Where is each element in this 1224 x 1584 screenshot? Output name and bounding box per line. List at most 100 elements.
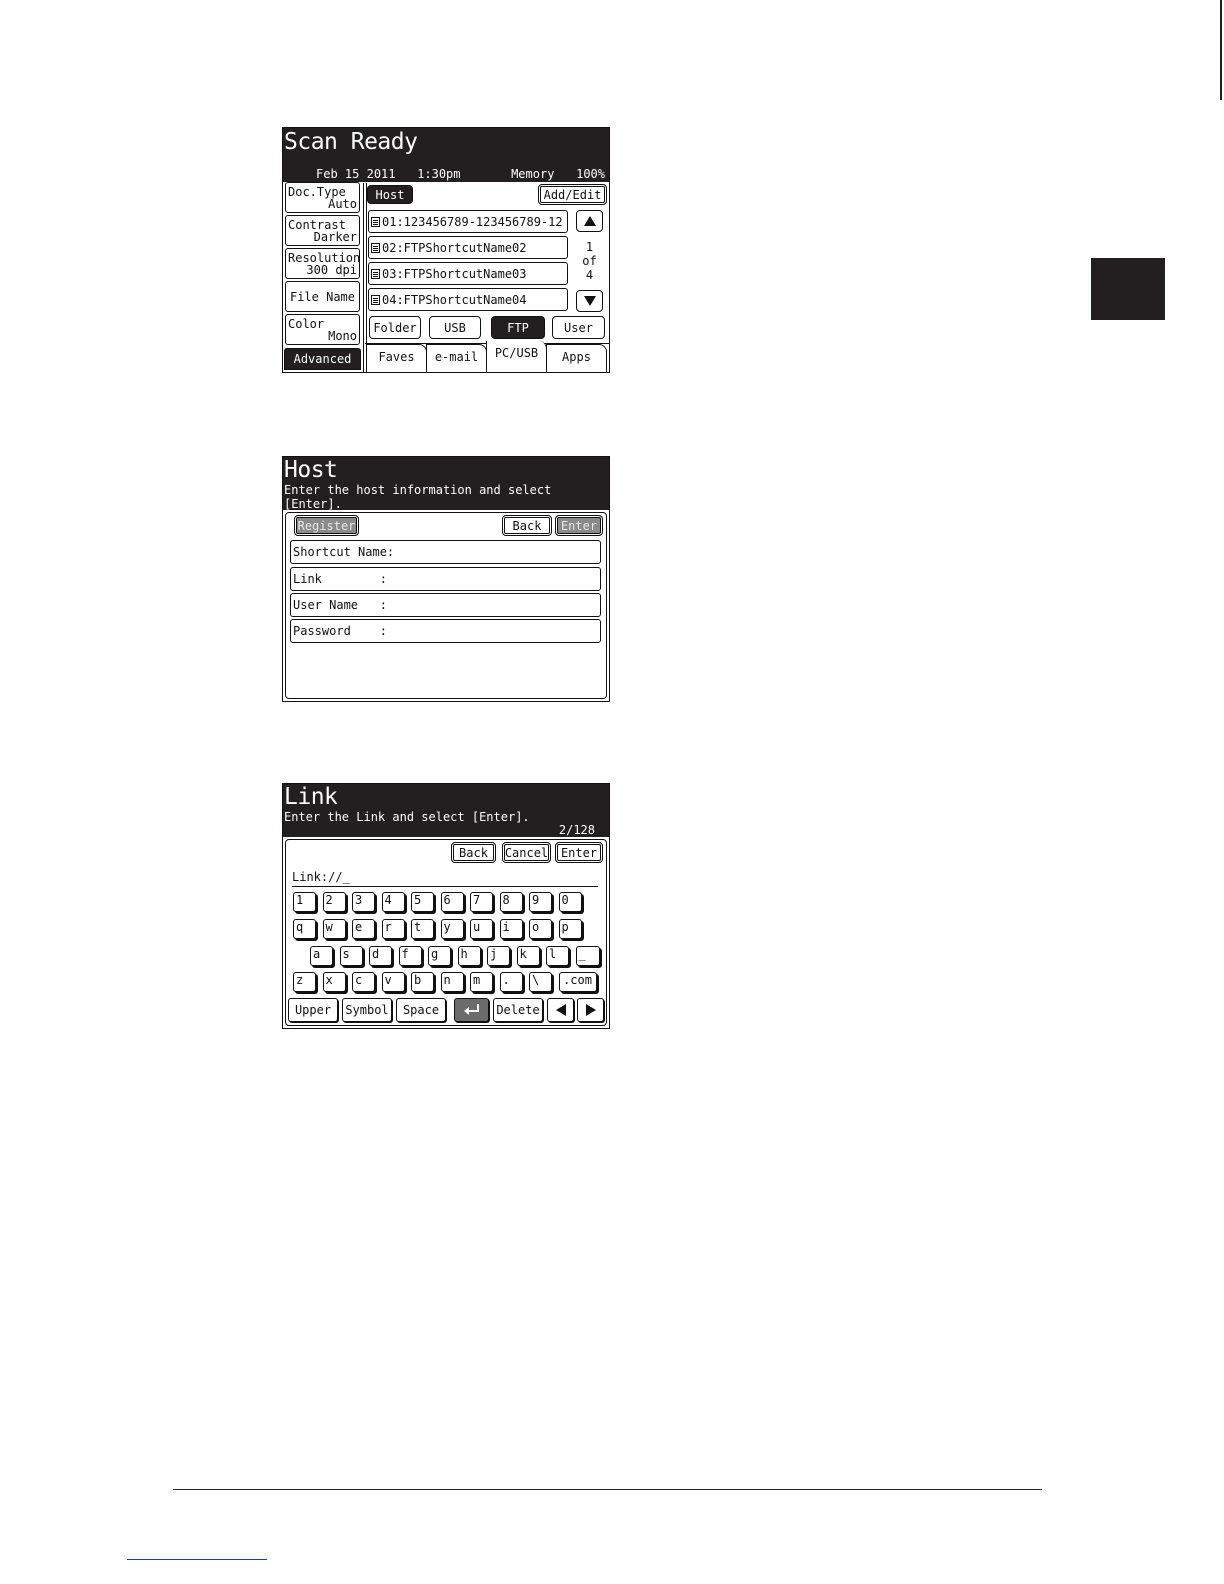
scan-ready-screen: Scan Ready Feb 15 2011 1:30pm Memory 100…: [282, 127, 610, 373]
host-button[interactable]: Host: [367, 185, 413, 204]
key-0[interactable]: 0: [558, 892, 582, 912]
key-x[interactable]: x: [322, 972, 346, 992]
link-input[interactable]: Link://_: [292, 870, 350, 884]
key-y[interactable]: y: [440, 919, 464, 939]
shortcut-label: 01:123456789-123456789-12: [382, 214, 563, 229]
ftp-shortcut-icon: [371, 294, 380, 305]
key-6[interactable]: 6: [440, 892, 464, 912]
key-3[interactable]: 3: [352, 892, 375, 912]
back-button[interactable]: Back: [502, 515, 552, 536]
right-arrow-icon: [585, 1004, 596, 1016]
setting-button[interactable]: File Name: [285, 281, 360, 312]
mode-tab-pcusb[interactable]: PC/USB: [486, 341, 547, 372]
footer-link-rule: [127, 1559, 267, 1560]
back-button[interactable]: Back: [451, 842, 496, 863]
enter-button[interactable]: Enter: [555, 515, 603, 536]
dest-tab-user[interactable]: User: [552, 316, 605, 339]
page-edge-rule: [1220, 0, 1222, 100]
key-i[interactable]: i: [499, 919, 523, 939]
shortcut-list-item[interactable]: 03:FTPShortcutName03: [368, 262, 568, 285]
key-b[interactable]: b: [411, 972, 434, 992]
host-field[interactable]: Shortcut Name:: [290, 540, 601, 564]
key-n[interactable]: n: [440, 972, 464, 992]
page-indicator: 1 of 4: [576, 240, 603, 282]
key-r[interactable]: r: [381, 919, 405, 939]
space-button[interactable]: Space: [396, 998, 446, 1022]
key-g[interactable]: g: [428, 946, 451, 966]
scroll-down-button[interactable]: [576, 290, 603, 312]
dest-tab-folder[interactable]: Folder: [369, 316, 421, 339]
key-5[interactable]: 5: [411, 892, 434, 912]
key-k[interactable]: k: [516, 946, 540, 966]
page-of: of: [582, 254, 597, 268]
key-m[interactable]: m: [470, 972, 493, 992]
key-j[interactable]: j: [487, 946, 510, 966]
key-2[interactable]: 2: [322, 892, 346, 912]
key-s[interactable]: s: [339, 946, 363, 966]
key-q[interactable]: q: [293, 919, 316, 939]
key-4[interactable]: 4: [381, 892, 405, 912]
key-underscore[interactable]: _: [575, 946, 600, 966]
screen-header: Link Enter the Link and select [Enter]. …: [283, 784, 609, 837]
host-field[interactable]: Link :: [290, 567, 601, 591]
key-t[interactable]: t: [411, 919, 434, 939]
key-a[interactable]: a: [310, 946, 333, 966]
setting-button[interactable]: Doc.Type Auto: [285, 182, 360, 213]
key-1[interactable]: 1: [293, 892, 316, 912]
setting-button[interactable]: Color Mono: [285, 314, 360, 345]
key-period[interactable]: .: [499, 972, 523, 992]
dest-tab-ftp[interactable]: FTP: [491, 316, 545, 339]
setting-value: Darker: [313, 230, 357, 244]
key-l[interactable]: l: [546, 946, 569, 966]
shortcut-list-item[interactable]: 01:123456789-123456789-12: [368, 210, 568, 233]
key-v[interactable]: v: [381, 972, 405, 992]
symbol-button[interactable]: Symbol: [342, 998, 392, 1022]
setting-value: Auto: [328, 197, 357, 211]
enter-button[interactable]: Enter: [555, 842, 603, 863]
shortcut-list-item[interactable]: 02:FTPShortcutName02: [368, 236, 568, 259]
footer-rule: [173, 1489, 1042, 1490]
key-z[interactable]: z: [293, 972, 316, 992]
upper-button[interactable]: Upper: [288, 998, 338, 1022]
add-edit-button[interactable]: Add/Edit: [538, 184, 607, 205]
screen-title: Host: [284, 457, 338, 483]
key-backslash[interactable]: \: [529, 972, 552, 992]
key-d[interactable]: d: [369, 946, 392, 966]
delete-button[interactable]: Delete: [493, 998, 543, 1022]
mode-tab-email[interactable]: e-mail: [426, 344, 487, 372]
ftp-shortcut-icon: [371, 216, 380, 227]
cursor-left-button[interactable]: [547, 998, 574, 1022]
screen-header: Host Enter the host information and sele…: [283, 457, 609, 511]
key-dotcom[interactable]: .com: [558, 972, 597, 992]
shortcut-list-item[interactable]: 04:FTPShortcutName04: [368, 288, 568, 311]
screen-header: Scan Ready Feb 15 2011 1:30pm Memory 100…: [283, 128, 609, 182]
char-counter: 2/128: [558, 823, 595, 837]
status-line: Feb 15 2011 1:30pm Memory 100%: [316, 167, 605, 181]
key-9[interactable]: 9: [529, 892, 552, 912]
host-field[interactable]: Password :: [290, 619, 601, 643]
key-8[interactable]: 8: [499, 892, 523, 912]
mode-tab-faves[interactable]: Faves: [366, 344, 427, 372]
mode-tab-apps[interactable]: Apps: [546, 344, 607, 372]
host-field[interactable]: User Name :: [290, 593, 601, 617]
key-h[interactable]: h: [457, 946, 481, 966]
key-c[interactable]: c: [352, 972, 375, 992]
key-7[interactable]: 7: [470, 892, 493, 912]
key-u[interactable]: u: [470, 919, 493, 939]
cancel-button[interactable]: Cancel: [502, 842, 551, 863]
advanced-tab[interactable]: Advanced: [284, 348, 361, 370]
setting-button[interactable]: Resolution 300 dpi: [285, 248, 360, 279]
setting-button[interactable]: Contrast Darker: [285, 215, 360, 246]
link-screen: Link Enter the Link and select [Enter]. …: [282, 783, 610, 1029]
key-w[interactable]: w: [322, 919, 346, 939]
return-button[interactable]: [454, 998, 489, 1022]
chapter-tab-marker: [1091, 258, 1165, 320]
key-f[interactable]: f: [398, 946, 422, 966]
key-e[interactable]: e: [352, 919, 375, 939]
cursor-right-button[interactable]: [577, 998, 604, 1022]
setting-value: Mono: [328, 329, 357, 343]
key-p[interactable]: p: [558, 919, 582, 939]
dest-tab-usb[interactable]: USB: [429, 316, 481, 339]
key-o[interactable]: o: [529, 919, 552, 939]
scroll-up-button[interactable]: [576, 210, 603, 232]
